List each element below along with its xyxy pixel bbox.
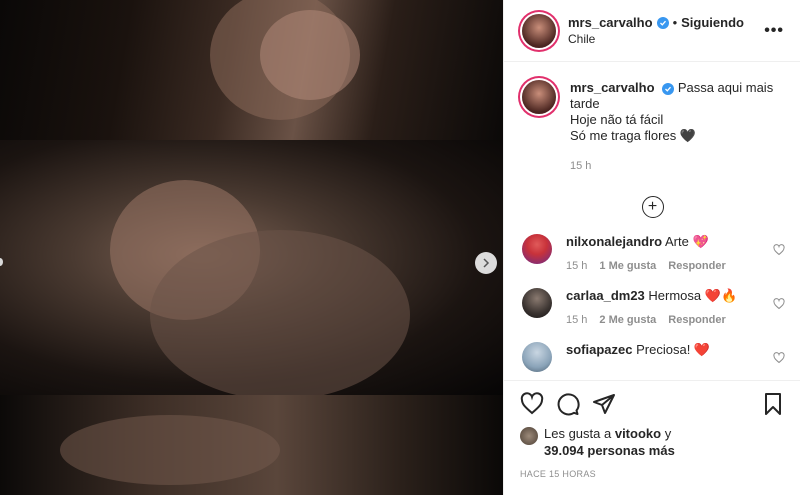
more-icon[interactable]: ••• <box>764 22 784 40</box>
separator-dot: • <box>672 15 678 30</box>
comment-text: Arte 💖 <box>664 234 709 249</box>
verified-icon <box>662 83 675 95</box>
comment-text: Hermosa ❤️🔥 <box>648 288 738 303</box>
comment-likes[interactable]: 2 Me gusta <box>599 314 656 326</box>
commenter-username[interactable]: sofiapazec <box>566 342 632 357</box>
chevron-right-icon <box>483 258 490 268</box>
action-bar <box>520 391 785 417</box>
photo-segment-top <box>0 0 503 140</box>
commenter-avatar[interactable] <box>522 234 552 264</box>
commenter-avatar[interactable] <box>522 342 552 372</box>
commenter-avatar[interactable] <box>522 288 552 318</box>
following-button[interactable]: Siguiendo <box>681 15 744 30</box>
load-more-comments: + <box>520 196 785 218</box>
heart-icon[interactable] <box>773 352 785 364</box>
photo-segment-bottom <box>0 395 503 495</box>
comment-text: Preciosa! ❤️ <box>636 342 711 357</box>
share-icon[interactable] <box>592 392 616 416</box>
comments-list[interactable]: mrs_carvalho Passa aqui mais tarde Hoje … <box>504 62 800 380</box>
comment-item: carlaa_dm23 Hermosa ❤️🔥 15 h 2 Me gusta … <box>520 288 785 326</box>
add-circle-icon[interactable]: + <box>641 196 664 218</box>
likes-conjunction: y <box>664 426 672 441</box>
heart-icon[interactable] <box>773 244 785 256</box>
caption-author-avatar[interactable] <box>522 80 556 114</box>
commenter-username[interactable]: carlaa_dm23 <box>566 288 645 303</box>
verified-icon <box>656 16 669 29</box>
comment-time[interactable]: 15 h <box>566 314 587 326</box>
caption-username[interactable]: mrs_carvalho <box>570 80 655 95</box>
post-actions: Les gusta a vitooko y 39.094 personas má… <box>504 380 800 479</box>
caption-line-3: Só me traga flores 🖤 <box>570 128 697 143</box>
caption: mrs_carvalho Passa aqui mais tarde Hoje … <box>520 80 785 174</box>
likes-prefix: Les gusta a <box>544 426 612 441</box>
likes-count[interactable]: 39.094 personas más <box>544 443 675 458</box>
liker-username[interactable]: vitooko <box>615 426 661 441</box>
post-timestamp[interactable]: HACE 15 HORAS <box>520 469 785 479</box>
author-username[interactable]: mrs_carvalho <box>568 15 653 30</box>
commenter-username[interactable]: nilxonalejandro <box>566 234 662 249</box>
post-header: mrs_carvalho • Siguiendo Chile ••• <box>504 0 800 62</box>
comment-time[interactable]: 15 h <box>566 260 587 272</box>
comment-item: sofiapazec Preciosa! ❤️ <box>520 342 785 372</box>
author-avatar[interactable] <box>522 13 556 48</box>
bookmark-icon[interactable] <box>761 392 785 416</box>
heart-icon[interactable] <box>520 392 544 416</box>
reply-button[interactable]: Responder <box>668 260 725 272</box>
photo-segment-middle <box>0 140 503 400</box>
comment-item: nilxonalejandro Arte 💖 15 h 1 Me gusta R… <box>520 234 785 272</box>
caption-time[interactable]: 15 h <box>570 158 785 174</box>
comment-likes[interactable]: 1 Me gusta <box>599 260 656 272</box>
post-image[interactable] <box>0 0 503 495</box>
reply-button[interactable]: Responder <box>668 314 725 326</box>
likes-summary: Les gusta a vitooko y 39.094 personas má… <box>520 425 785 459</box>
liker-avatar[interactable] <box>520 427 538 445</box>
caption-line-2: Hoje não tá fácil <box>570 112 664 127</box>
post-location[interactable]: Chile <box>568 32 764 46</box>
next-slide-button[interactable] <box>475 252 497 274</box>
post-dialog: mrs_carvalho • Siguiendo Chile ••• mrs_c… <box>0 0 800 495</box>
post-side-panel: mrs_carvalho • Siguiendo Chile ••• mrs_c… <box>503 0 800 495</box>
comment-icon[interactable] <box>556 392 580 416</box>
heart-icon[interactable] <box>773 298 785 310</box>
